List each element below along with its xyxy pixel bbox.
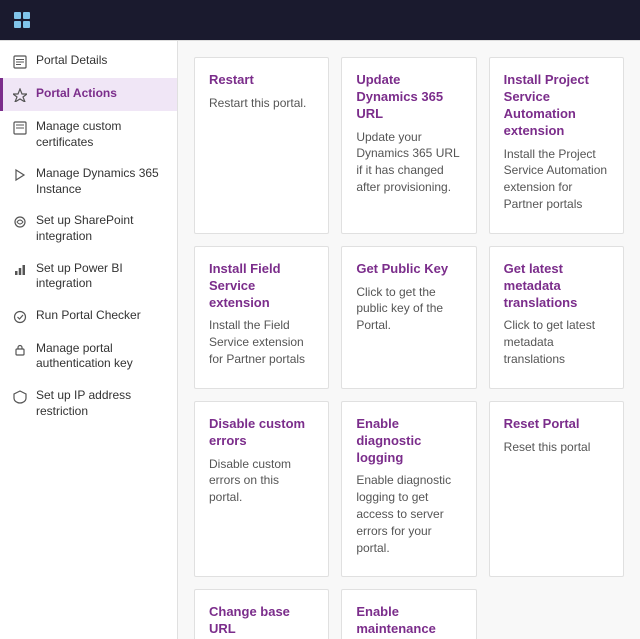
sidebar-item-ip-restriction[interactable]: Set up IP address restriction: [0, 380, 177, 427]
sidebar-label-ip-restriction: Set up IP address restriction: [36, 388, 167, 419]
portal-auth-icon: [12, 342, 28, 358]
sidebar-item-sharepoint[interactable]: Set up SharePoint integration: [0, 205, 177, 252]
sidebar-item-portal-checker[interactable]: Run Portal Checker: [0, 300, 177, 333]
sidebar-item-portal-details[interactable]: Portal Details: [0, 45, 177, 78]
card-desc-get-public-key: Click to get the public key of the Porta…: [356, 284, 461, 334]
sharepoint-icon: [12, 214, 28, 230]
card-reset-portal[interactable]: Reset Portal Reset this portal: [489, 401, 624, 578]
sidebar-item-dynamics-instance[interactable]: Manage Dynamics 365 Instance: [0, 158, 177, 205]
card-desc-install-project-service: Install the Project Service Automation e…: [504, 146, 609, 213]
sidebar: Portal Details Portal Actions Manage custo…: [0, 41, 178, 639]
card-update-dynamics-url[interactable]: Update Dynamics 365 URL Update your Dynam…: [341, 57, 476, 234]
card-get-latest-metadata[interactable]: Get latest metadata translationsClick to…: [489, 246, 624, 389]
dynamics-instance-icon: [12, 167, 28, 183]
sidebar-item-powerbi[interactable]: Set up Power BI integration: [0, 253, 177, 300]
card-desc-install-field-service: Install the Field Service extension for …: [209, 317, 314, 367]
card-title-enable-maintenance-mode: Enable maintenance mode: [356, 604, 461, 639]
cards-grid: Restart Restart this portal. Update Dynami…: [194, 57, 624, 639]
card-desc-restart: Restart this portal.: [209, 95, 314, 112]
powerbi-icon: [12, 262, 28, 278]
sidebar-label-powerbi: Set up Power BI integration: [36, 261, 167, 292]
card-title-change-base-url: Change base URL: [209, 604, 314, 638]
sidebar-item-portal-auth[interactable]: Manage portal authentication key: [0, 333, 177, 380]
sidebar-label-portal-checker: Run Portal Checker: [36, 308, 167, 324]
sidebar-label-custom-certs: Manage custom certificates: [36, 119, 167, 150]
card-title-reset-portal: Reset Portal: [504, 416, 609, 433]
card-install-project-service[interactable]: Install Project Service Automation exten…: [489, 57, 624, 234]
sidebar-label-portal-details: Portal Details: [36, 53, 167, 69]
card-desc-get-latest-metadata: Click to get latest metadata translation…: [504, 317, 609, 367]
card-title-restart: Restart: [209, 72, 314, 89]
card-desc-reset-portal: Reset this portal: [504, 439, 609, 456]
sidebar-item-portal-actions[interactable]: Portal Actions: [0, 78, 177, 111]
card-title-get-latest-metadata: Get latest metadata translations: [504, 261, 609, 312]
card-disable-custom-errors[interactable]: Disable custom errors Disable custom erro…: [194, 401, 329, 578]
card-enable-maintenance-mode[interactable]: Enable maintenance modeUse this action t…: [341, 589, 476, 639]
card-get-public-key[interactable]: Get Public Key Click to get the public ke…: [341, 246, 476, 389]
card-title-install-field-service: Install Field Service extension: [209, 261, 314, 312]
card-title-install-project-service: Install Project Service Automation exten…: [504, 72, 609, 140]
card-title-update-dynamics-url: Update Dynamics 365 URL: [356, 72, 461, 123]
content-area: Restart Restart this portal. Update Dynami…: [178, 41, 640, 639]
card-title-disable-custom-errors: Disable custom errors: [209, 416, 314, 450]
card-change-base-url[interactable]: Change base URLChange base URL of this p…: [194, 589, 329, 639]
card-title-enable-diagnostic-logging: Enable diagnostic logging: [356, 416, 461, 467]
power-apps-logo-icon: [12, 10, 32, 30]
topbar: [0, 0, 640, 40]
custom-certs-icon: [12, 120, 28, 136]
portal-details-icon: [12, 54, 28, 70]
sidebar-label-portal-auth: Manage portal authentication key: [36, 341, 167, 372]
ip-restriction-icon: [12, 389, 28, 405]
portal-actions-icon: [12, 87, 28, 103]
card-install-field-service[interactable]: Install Field Service extensionInstall t…: [194, 246, 329, 389]
card-desc-update-dynamics-url: Update your Dynamics 365 URL if it has c…: [356, 129, 461, 196]
sidebar-label-portal-actions: Portal Actions: [36, 86, 167, 102]
card-desc-disable-custom-errors: Disable custom errors on this portal.: [209, 456, 314, 506]
portal-checker-icon: [12, 309, 28, 325]
sidebar-label-dynamics-instance: Manage Dynamics 365 Instance: [36, 166, 167, 197]
card-enable-diagnostic-logging[interactable]: Enable diagnostic loggingEnable diagnost…: [341, 401, 476, 578]
card-desc-enable-diagnostic-logging: Enable diagnostic logging to get access …: [356, 472, 461, 556]
card-title-get-public-key: Get Public Key: [356, 261, 461, 278]
sidebar-label-sharepoint: Set up SharePoint integration: [36, 213, 167, 244]
main-layout: Portal Details Portal Actions Manage custo…: [0, 40, 640, 639]
sidebar-item-custom-certs[interactable]: Manage custom certificates: [0, 111, 177, 158]
card-restart[interactable]: Restart Restart this portal.: [194, 57, 329, 234]
